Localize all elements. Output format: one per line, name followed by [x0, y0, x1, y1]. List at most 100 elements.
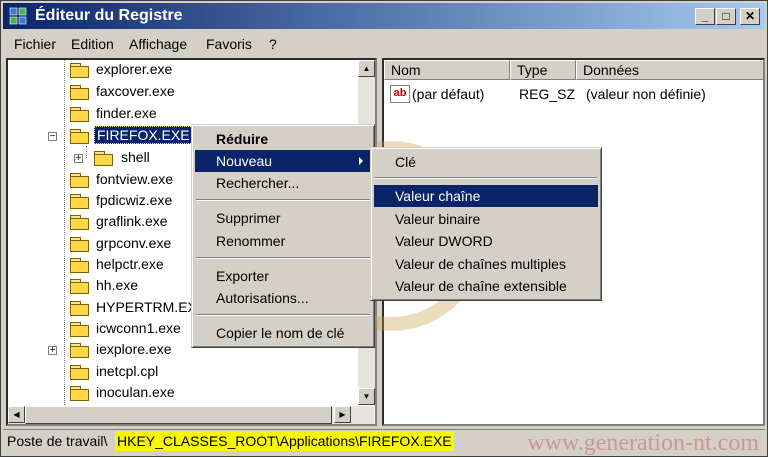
close-icon: ✕	[744, 9, 756, 23]
tree-item-label: iexplore.exe	[96, 341, 172, 357]
column-header-type[interactable]: Type	[510, 60, 576, 80]
maximize-icon: □	[722, 9, 730, 23]
folder-icon	[70, 85, 90, 100]
menu-item-reduire[interactable]: Réduire	[195, 128, 371, 150]
tree-item-label: FIREFOX.EXE	[94, 126, 193, 144]
menu-item-supprimer[interactable]: Supprimer	[195, 207, 371, 229]
scroll-right-button[interactable]: ▶	[334, 406, 351, 423]
tree-item[interactable]: explorer.exe	[8, 60, 358, 82]
submenu-item-cle[interactable]: Clé	[374, 151, 598, 173]
scroll-left-button[interactable]: ◀	[8, 406, 25, 423]
tree-item-label: helpctr.exe	[96, 256, 164, 272]
folder-icon	[70, 173, 90, 188]
menu-item-copier-nom-cle[interactable]: Copier le nom de clé	[195, 322, 371, 344]
submenu-arrow-icon	[359, 157, 363, 165]
registry-editor-window: Éditeur du Registre _ □ ✕ Fichier Editio…	[0, 0, 768, 457]
tree-item-label: fontview.exe	[96, 171, 174, 187]
arrow-up-icon: ▲	[362, 64, 371, 73]
tree-item[interactable]: faxcover.exe	[8, 82, 358, 104]
window-title: Éditeur du Registre	[35, 7, 183, 24]
folder-icon	[70, 343, 90, 358]
collapse-icon[interactable]: −	[48, 132, 57, 142]
menu-favoris[interactable]: Favoris	[206, 36, 252, 52]
minimize-button[interactable]: _	[695, 8, 715, 25]
scroll-up-button[interactable]: ▲	[358, 60, 375, 77]
maximize-button[interactable]: □	[716, 8, 736, 25]
folder-icon	[70, 258, 90, 273]
scroll-down-button[interactable]: ▼	[358, 388, 375, 405]
tree-context-menu: Réduire Nouveau Rechercher... Supprimer …	[191, 124, 375, 348]
submenu-item-valeur-binaire[interactable]: Valeur binaire	[374, 208, 598, 230]
menu-item-renommer[interactable]: Renommer	[195, 230, 371, 252]
menu-item-label: Nouveau	[216, 153, 273, 169]
column-header-nom[interactable]: Nom	[384, 60, 510, 80]
tree-item-label: grpconv.exe	[96, 235, 172, 251]
scroll-thumb[interactable]	[25, 406, 332, 424]
menu-separator	[375, 177, 597, 179]
folder-icon	[94, 151, 114, 166]
tree-item-label: graflink.exe	[96, 213, 168, 229]
expand-icon[interactable]: +	[48, 346, 57, 356]
tree-item-label: explorer.exe	[96, 61, 173, 77]
submenu-item-valeur-dword[interactable]: Valeur DWORD	[374, 230, 598, 252]
folder-icon	[70, 301, 90, 316]
folder-icon	[70, 365, 90, 380]
tree-item-label: fpdicwiz.exe	[96, 192, 173, 208]
tree-item-label: icwconn1.exe	[96, 320, 181, 336]
tree-item[interactable]: inoculan.exe	[8, 383, 358, 405]
menu-item-autorisations[interactable]: Autorisations...	[195, 287, 371, 309]
status-bar: Poste de travail\ HKEY_CLASSES_ROOT\Appl…	[3, 429, 765, 456]
open-folder-icon	[70, 129, 90, 144]
watermark-url: www.generation-nt.com	[527, 430, 759, 456]
tree-item-label: inoculan.exe	[96, 384, 175, 400]
tree-item-label: finder.exe	[96, 105, 157, 121]
status-prefix: Poste de travail\	[7, 433, 108, 449]
status-key-path: HKEY_CLASSES_ROOT\Applications\FIREFOX.E…	[115, 431, 454, 451]
folder-icon	[70, 237, 90, 252]
submenu-item-valeur-chaine[interactable]: Valeur chaîne	[374, 185, 598, 207]
tree-item-label: HYPERTRM.EXE	[96, 299, 207, 315]
menu-separator	[196, 314, 370, 316]
arrow-down-icon: ▼	[362, 392, 371, 401]
folder-icon	[70, 386, 90, 401]
string-value-icon: ab	[390, 85, 410, 103]
expand-icon[interactable]: +	[74, 154, 83, 164]
menu-edition[interactable]: Edition	[71, 36, 114, 52]
tree-item-label: inetcpl.cpl	[96, 363, 159, 379]
tree-item-label: shell	[121, 149, 150, 165]
table-row[interactable]: ab (par défaut) REG_SZ (valeur non défin…	[384, 84, 763, 106]
menu-bar: Fichier Edition Affichage Favoris ?	[3, 33, 765, 55]
close-button[interactable]: ✕	[740, 8, 760, 25]
menu-item-exporter[interactable]: Exporter	[195, 265, 371, 287]
value-type: REG_SZ	[519, 86, 576, 102]
menu-affichage[interactable]: Affichage	[129, 36, 187, 52]
folder-icon	[70, 63, 90, 78]
menu-item-nouveau[interactable]: Nouveau	[195, 150, 371, 172]
nouveau-submenu: Clé Valeur chaîne Valeur binaire Valeur …	[370, 147, 602, 301]
submenu-item-chaine-extensible[interactable]: Valeur de chaîne extensible	[374, 275, 598, 297]
folder-icon	[70, 322, 90, 337]
minimize-icon: _	[701, 9, 709, 23]
column-header-donnees[interactable]: Données	[576, 60, 763, 80]
value-name: (par défaut)	[412, 86, 485, 102]
tree-horizontal-scrollbar[interactable]: ◀ ▶	[8, 406, 374, 424]
menu-separator	[196, 257, 370, 259]
tree-item[interactable]: finder.exe	[8, 104, 358, 126]
tree-item-label: faxcover.exe	[96, 83, 175, 99]
folder-icon	[70, 194, 90, 209]
menu-fichier[interactable]: Fichier	[14, 36, 56, 52]
title-bar[interactable]: Éditeur du Registre _ □ ✕	[3, 3, 765, 29]
arrow-left-icon: ◀	[13, 410, 20, 419]
registry-app-icon	[9, 7, 27, 25]
folder-icon	[70, 215, 90, 230]
value-data: (valeur non définie)	[586, 86, 706, 102]
menu-item-rechercher[interactable]: Rechercher...	[195, 172, 371, 194]
arrow-right-icon: ▶	[339, 410, 346, 419]
submenu-item-chaines-multiples[interactable]: Valeur de chaînes multiples	[374, 253, 598, 275]
folder-icon	[70, 107, 90, 122]
menu-separator	[196, 199, 370, 201]
menu-help[interactable]: ?	[269, 36, 277, 52]
tree-item[interactable]: inetcpl.cpl	[8, 362, 358, 384]
tree-item-label: hh.exe	[96, 277, 139, 293]
folder-icon	[70, 279, 90, 294]
